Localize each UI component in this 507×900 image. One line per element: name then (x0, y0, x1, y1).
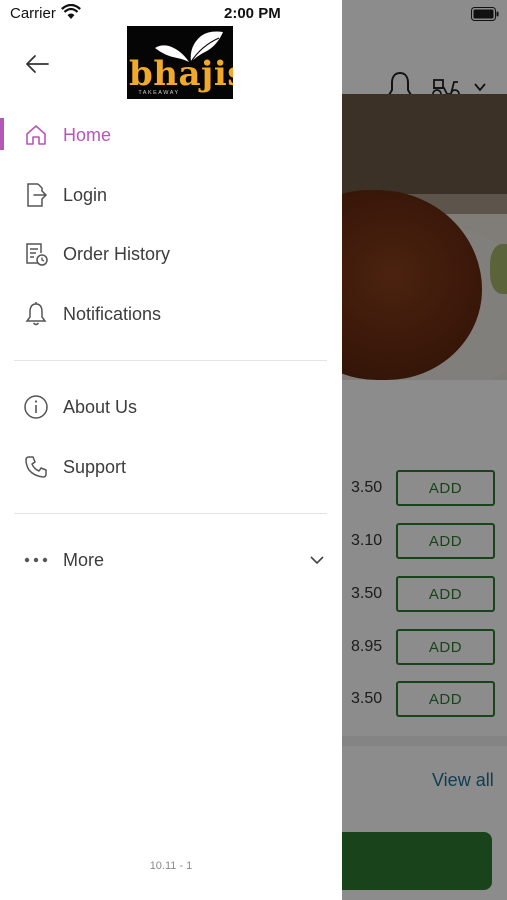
menu-item-about-us[interactable]: About Us (0, 381, 342, 433)
menu-item-label: Login (63, 184, 108, 205)
menu-item-home[interactable]: Home (0, 109, 342, 161)
back-button[interactable] (22, 50, 52, 78)
logo-wordmark: bhajis (129, 54, 233, 94)
brand-logo: bhajis TAKEAWAY (127, 26, 233, 99)
menu-item-label: Support (63, 456, 127, 477)
menu-item-label: About Us (63, 396, 138, 417)
battery-icon (471, 7, 499, 21)
home-icon (23, 122, 49, 148)
menu-item-login[interactable]: Login (0, 169, 342, 221)
order-history-icon (23, 241, 49, 267)
app-version: 10.11 - 1 (149, 860, 193, 872)
more-dots-icon (23, 547, 49, 573)
chevron-down-icon (310, 556, 324, 565)
info-icon (23, 394, 49, 420)
menu-item-more[interactable]: More (0, 534, 342, 586)
logo-subtext: TAKEAWAY (138, 90, 180, 96)
wifi-icon (61, 4, 81, 19)
menu-item-label: Order History (63, 243, 171, 264)
bell-icon (23, 301, 49, 327)
menu-item-notifications[interactable]: Notifications (0, 288, 342, 340)
back-arrow-icon (26, 55, 49, 73)
menu-item-label: Home (63, 124, 112, 145)
menu-item-label: More (63, 549, 105, 570)
status-bar: Carrier 2:00 PM (0, 0, 507, 28)
login-icon (23, 182, 49, 208)
menu-divider (14, 360, 327, 361)
clock-time: 2:00 PM (224, 5, 281, 22)
menu-item-label: Notifications (63, 303, 162, 324)
menu-item-support[interactable]: Support (0, 441, 342, 493)
menu-divider (14, 513, 327, 514)
phone-icon (23, 454, 49, 480)
carrier-label: Carrier (10, 5, 56, 22)
navigation-drawer: bhajis TAKEAWAY Home Login (0, 0, 342, 900)
menu-item-order-history[interactable]: Order History (0, 228, 342, 280)
